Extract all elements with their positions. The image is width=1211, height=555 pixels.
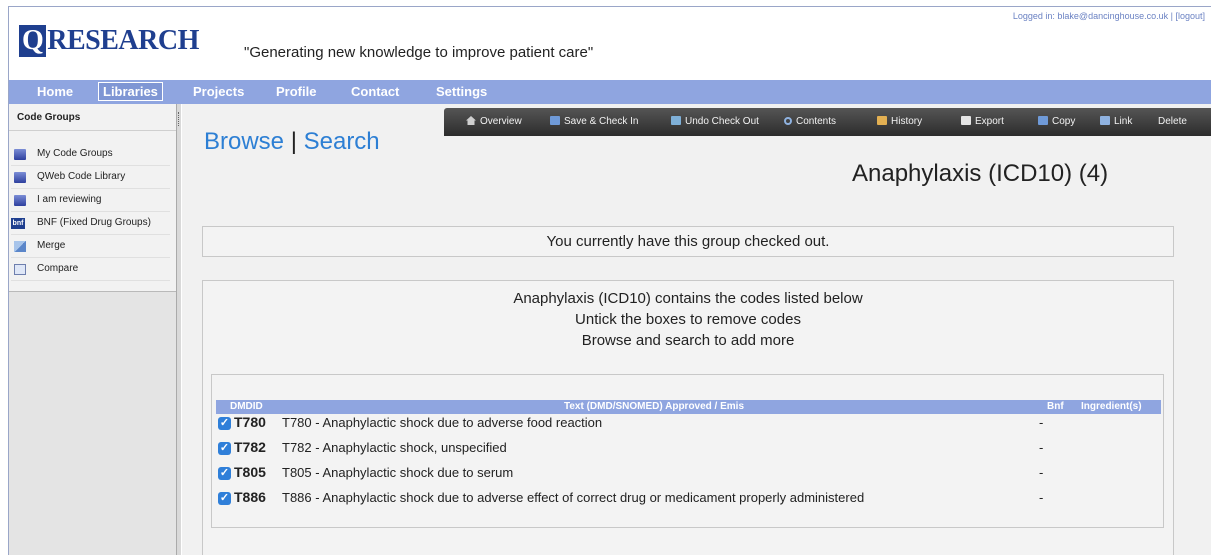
info-line: Untick the boxes to remove codes xyxy=(575,311,801,328)
merge-icon xyxy=(14,241,26,252)
nav-profile[interactable]: Profile xyxy=(272,83,320,100)
sidebar-title: Code Groups xyxy=(9,104,176,131)
main-content: Overview Save & Check In Undo Check Out … xyxy=(182,104,1211,555)
sidebar: Code Groups My Code Groups QWeb Code Lib… xyxy=(9,104,177,555)
sidebar-item-label: My Code Groups xyxy=(37,148,113,159)
toolbar-link[interactable]: Link xyxy=(1100,116,1132,127)
bnf-icon: bnf xyxy=(11,218,25,229)
table-row: ✓ T886 T886 - Anaphylactic shock due to … xyxy=(216,488,1161,510)
code-checkbox[interactable]: ✓ xyxy=(218,417,231,430)
column-header-bnf: Bnf xyxy=(1047,401,1064,412)
code-description: T886 - Anaphylactic shock due to adverse… xyxy=(282,490,865,505)
grip-icon xyxy=(178,112,180,126)
toolbar-save-check-in[interactable]: Save & Check In xyxy=(550,116,638,127)
logo-text: RESEARCH xyxy=(47,25,199,56)
toolbar-copy[interactable]: Copy xyxy=(1038,116,1075,127)
compare-icon xyxy=(14,264,26,275)
sidebar-item-compare[interactable]: Compare xyxy=(11,258,170,281)
sidebar-item-label: I am reviewing xyxy=(37,194,102,205)
database-icon xyxy=(14,149,26,160)
link-icon xyxy=(1100,116,1110,125)
code-checkbox[interactable]: ✓ xyxy=(218,492,231,505)
database-icon xyxy=(14,172,26,183)
code-bnf: - xyxy=(1039,465,1044,480)
code-description: T780 - Anaphylactic shock due to adverse… xyxy=(282,415,603,430)
toolbar-delete[interactable]: Delete xyxy=(1158,116,1187,127)
sidebar-item-label: Compare xyxy=(37,263,79,274)
separator: | xyxy=(290,128,297,155)
codes-panel: Anaphylaxis (ICD10) contains the codes l… xyxy=(202,280,1174,555)
sidebar-splitter[interactable] xyxy=(176,104,181,555)
login-status[interactable]: Logged in: blake@dancinghouse.co.uk | [l… xyxy=(1013,11,1205,21)
database-icon xyxy=(14,195,26,206)
sidebar-item-my-code-groups[interactable]: My Code Groups xyxy=(11,143,170,166)
copy-icon xyxy=(1038,116,1048,125)
search-link[interactable]: Search xyxy=(304,128,380,155)
sidebar-panel: Code Groups My Code Groups QWeb Code Lib… xyxy=(9,104,176,292)
nav-libraries[interactable]: Libraries xyxy=(98,82,163,101)
save-icon xyxy=(550,116,560,125)
history-icon xyxy=(877,116,887,125)
code-id: T886 xyxy=(234,489,266,505)
code-bnf: - xyxy=(1039,440,1044,455)
code-checkbox[interactable]: ✓ xyxy=(218,442,231,455)
table-row: ✓ T780 T780 - Anaphylactic shock due to … xyxy=(216,413,1161,435)
sidebar-item-label: QWeb Code Library xyxy=(37,171,126,182)
logo-q: Q xyxy=(19,25,47,57)
tagline: "Generating new knowledge to improve pat… xyxy=(244,44,594,61)
main-nav: Home Libraries Projects Profile Contact … xyxy=(9,80,1211,104)
table-header: DMDID Text (DMD/SNOMED) Approved / Emis … xyxy=(216,400,1161,414)
toolbar-history[interactable]: History xyxy=(877,116,922,127)
browse-search-links: Browse | Search xyxy=(204,128,380,156)
sidebar-item-merge[interactable]: Merge xyxy=(11,235,170,258)
nav-home[interactable]: Home xyxy=(33,83,77,100)
code-description: T782 - Anaphylactic shock, unspecified xyxy=(282,440,507,455)
toolbar-overview[interactable]: Overview xyxy=(466,116,522,127)
qresearch-logo[interactable]: Q RESEARCH xyxy=(19,25,199,57)
code-bnf: - xyxy=(1039,415,1044,430)
sidebar-item-label: BNF (Fixed Drug Groups) xyxy=(37,217,151,228)
nav-settings[interactable]: Settings xyxy=(432,83,491,100)
toolbar-export[interactable]: Export xyxy=(961,116,1004,127)
undo-icon xyxy=(671,116,681,125)
column-header-ingredients: Ingredient(s) xyxy=(1081,401,1142,412)
search-icon xyxy=(784,117,792,125)
code-id: T805 xyxy=(234,464,266,480)
column-header-text: Text (DMD/SNOMED) Approved / Emis xyxy=(564,401,745,412)
code-checkbox[interactable]: ✓ xyxy=(218,467,231,480)
table-row: ✓ T782 T782 - Anaphylactic shock, unspec… xyxy=(216,438,1161,460)
sidebar-item-label: Merge xyxy=(37,240,66,251)
export-icon xyxy=(961,116,971,125)
code-description: T805 - Anaphylactic shock due to serum xyxy=(282,465,514,480)
column-header-dmdid: DMDID xyxy=(230,401,263,412)
header: Q RESEARCH "Generating new knowledge to i… xyxy=(9,7,1211,75)
code-id: T782 xyxy=(234,439,266,455)
sidebar-item-qweb-code-library[interactable]: QWeb Code Library xyxy=(11,166,170,189)
sidebar-item-i-am-reviewing[interactable]: I am reviewing xyxy=(11,189,170,212)
code-id: T780 xyxy=(234,414,266,430)
sidebar-item-bnf[interactable]: bnf BNF (Fixed Drug Groups) xyxy=(11,212,170,235)
info-line: Anaphylaxis (ICD10) contains the codes l… xyxy=(513,290,863,307)
codes-table: DMDID Text (DMD/SNOMED) Approved / Emis … xyxy=(211,374,1164,528)
toolbar-contents[interactable]: Contents xyxy=(784,116,836,127)
home-icon xyxy=(466,116,476,125)
group-title: Anaphylaxis (ICD10) (4) xyxy=(852,160,1109,187)
code-bnf: - xyxy=(1039,490,1044,505)
group-toolbar: Overview Save & Check In Undo Check Out … xyxy=(444,108,1211,136)
nav-contact[interactable]: Contact xyxy=(347,83,403,100)
info-line: Browse and search to add more xyxy=(581,332,795,349)
nav-projects[interactable]: Projects xyxy=(189,83,248,100)
toolbar-undo-check-out[interactable]: Undo Check Out xyxy=(671,116,759,127)
checkout-notice: You currently have this group checked ou… xyxy=(202,226,1174,257)
browse-link[interactable]: Browse xyxy=(204,128,284,155)
table-row: ✓ T805 T805 - Anaphylactic shock due to … xyxy=(216,463,1161,485)
